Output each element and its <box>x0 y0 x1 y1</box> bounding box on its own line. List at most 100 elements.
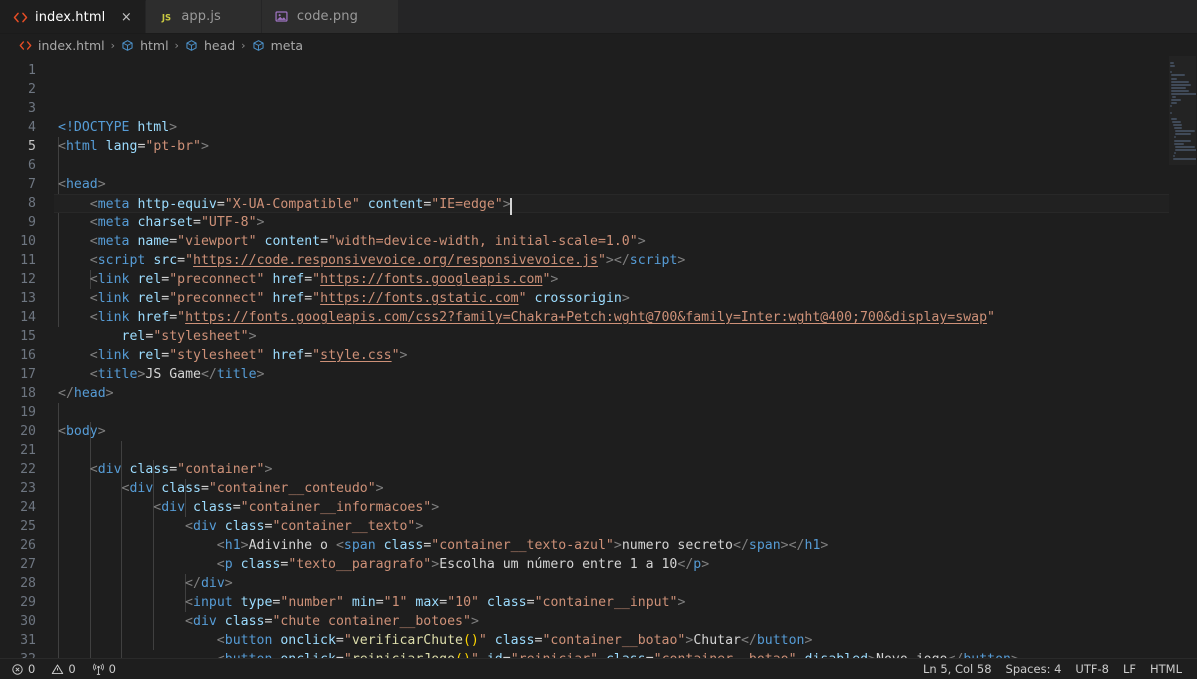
code-line[interactable]: <p class="texto__paragrafo">Escolha um n… <box>58 555 1197 574</box>
code-token: " <box>312 348 321 363</box>
code-line[interactable]: <!DOCTYPE html> <box>58 118 1197 137</box>
code-line[interactable]: <meta name="viewport" content="width=dev… <box>58 232 1197 251</box>
code-token: > <box>264 462 273 477</box>
code-line[interactable]: <div class="container__conteudo"> <box>58 479 1197 498</box>
code-token: div <box>193 519 217 534</box>
code-line[interactable]: <div class="container__informacoes"> <box>58 498 1197 517</box>
status-ports[interactable]: 0 <box>85 659 123 679</box>
line-number: 11 <box>20 253 36 268</box>
code-token: "number" <box>280 595 344 610</box>
breadcrumb-item-html[interactable]: html <box>118 38 171 53</box>
code-token: "X-UA-Compatible" <box>224 197 360 212</box>
code-line[interactable]: <div class="container__texto"> <box>58 517 1197 536</box>
code-line[interactable] <box>58 403 1197 422</box>
tab-bar-empty-space <box>398 0 1197 33</box>
code-token: = <box>200 481 209 496</box>
code-token: "container__conteudo" <box>208 481 376 496</box>
code-token: </ <box>58 386 74 401</box>
code-line[interactable]: <title>JS Game</title> <box>58 365 1197 384</box>
line-number: 20 <box>20 424 36 439</box>
code-token: < <box>58 139 66 154</box>
code-token: > <box>804 633 813 648</box>
code-line[interactable]: <link href="https://fonts.googleapis.com… <box>58 308 1197 327</box>
code-token: https://fonts.gstatic.com <box>320 291 519 306</box>
breadcrumb-item-head[interactable]: head <box>182 38 238 53</box>
code-token: content <box>264 234 321 249</box>
line-number: 2 <box>28 82 36 97</box>
status-indentation[interactable]: Spaces: 4 <box>999 659 1069 679</box>
code-token: head <box>65 177 98 192</box>
tab-index-html[interactable]: index.html × <box>0 0 147 33</box>
code-line[interactable]: </div> <box>58 574 1197 593</box>
close-icon[interactable]: × <box>118 9 134 25</box>
code-line[interactable]: <link rel="preconnect" href="https://fon… <box>58 289 1197 308</box>
code-token: html <box>137 120 170 135</box>
status-language-mode[interactable]: HTML <box>1143 659 1189 679</box>
code-line[interactable]: <body> <box>58 422 1197 441</box>
code-token: < <box>185 614 193 629</box>
tab-label: index.html <box>35 9 106 25</box>
code-token: class <box>606 652 646 658</box>
code-token: > <box>677 595 686 610</box>
code-line[interactable]: <head> <box>58 175 1197 194</box>
code-token: disabled <box>805 652 869 658</box>
code-token: script <box>97 253 146 268</box>
code-token: "viewport" <box>177 234 257 249</box>
tab-code-png[interactable]: code.png <box>261 0 399 33</box>
code-token: </ <box>185 576 201 591</box>
status-cursor-position[interactable]: Ln 5, Col 58 <box>916 659 999 679</box>
code-line[interactable]: <meta charset="UTF-8"> <box>58 213 1197 232</box>
code-token: http-equiv <box>137 197 217 212</box>
code-token: class <box>224 614 265 629</box>
code-line[interactable]: <h1>Adivinhe o <span class="container__t… <box>58 536 1197 555</box>
code-line[interactable]: <button onclick="reiniciarJogo()" id="re… <box>58 650 1197 658</box>
code-line[interactable]: <meta http-equiv="X-UA-Compatible" conte… <box>54 194 1197 215</box>
code-editor[interactable]: 1 2 3 4 5 6 7 8 9 10 11 12 13 14 15 16 17 18 19 20 21 22 23 24 2… <box>0 56 1197 658</box>
code-line[interactable]: </head> <box>58 384 1197 403</box>
code-line[interactable]: <link rel="stylesheet" href="style.css"> <box>58 346 1197 365</box>
status-errors[interactable]: 0 <box>4 659 42 679</box>
status-eol[interactable]: LF <box>1116 659 1143 679</box>
code-token: " <box>312 291 321 306</box>
code-line[interactable]: <link rel="preconnect" href="https://fon… <box>58 270 1197 289</box>
tab-app-js[interactable]: JS app.js <box>146 0 262 33</box>
code-token: > <box>200 139 209 154</box>
code-line[interactable] <box>58 156 1197 175</box>
minimap-slider[interactable] <box>1169 56 1197 165</box>
code-line[interactable]: <html lang="pt-br"> <box>58 137 1197 156</box>
code-line[interactable]: <div class="container"> <box>58 460 1197 479</box>
code-token: < <box>89 462 98 477</box>
line-number: 23 <box>20 481 36 496</box>
code-token: < <box>216 557 225 572</box>
code-token: > <box>256 367 265 382</box>
code-token: > <box>431 557 440 572</box>
breadcrumb-item-meta[interactable]: meta <box>249 38 306 53</box>
status-bar: 0 0 0 Ln 5, Col 58 Spaces: 4 UTF-8 LF HT… <box>0 658 1197 679</box>
code-line[interactable]: <button onclick="verificarChute()" class… <box>58 631 1197 650</box>
status-encoding[interactable]: UTF-8 <box>1068 659 1116 679</box>
code-line[interactable] <box>58 441 1197 460</box>
code-token: class <box>129 462 170 477</box>
code-token: < <box>216 633 225 648</box>
code-token: = <box>304 348 313 363</box>
code-token: "container__botao" <box>654 652 797 658</box>
code-line[interactable]: <input type="number" min="1" max="10" cl… <box>58 593 1197 612</box>
code-line[interactable]: rel="stylesheet"> <box>58 327 1197 346</box>
code-token: = <box>503 652 511 658</box>
minimap[interactable] <box>1169 56 1197 658</box>
code-content[interactable]: <!DOCTYPE html> <html lang="pt-br"> <head… <box>54 56 1197 658</box>
code-token: id <box>487 652 503 658</box>
code-token: class <box>224 519 265 534</box>
code-token: "container" <box>177 462 265 477</box>
breadcrumb-item-index-html[interactable]: index.html <box>16 38 108 53</box>
code-line[interactable]: <div class="chute container__botoes"> <box>58 612 1197 631</box>
line-number: 7 <box>28 177 36 192</box>
code-token: " <box>343 633 352 648</box>
status-warnings[interactable]: 0 <box>44 659 82 679</box>
code-line[interactable]: <script src="https://code.responsivevoic… <box>58 251 1197 270</box>
line-number: 4 <box>28 120 36 135</box>
